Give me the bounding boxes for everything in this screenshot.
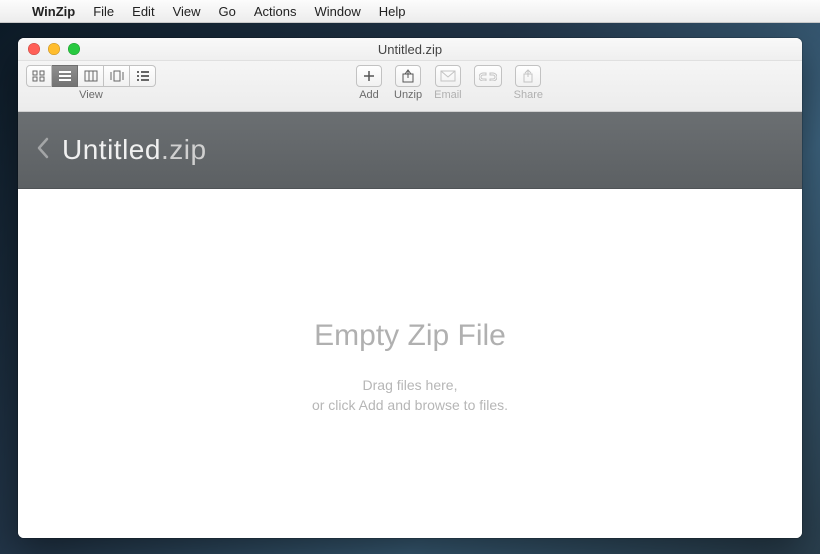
cloud-tool-group: . <box>474 65 502 101</box>
window-title: Untitled.zip <box>378 42 442 57</box>
winzip-window: Untitled.zip <box>18 38 802 538</box>
view-segmented-control <box>26 65 156 87</box>
menu-help[interactable]: Help <box>379 4 406 19</box>
close-button[interactable] <box>28 43 40 55</box>
grid-icon <box>32 70 46 82</box>
menu-view[interactable]: View <box>173 4 201 19</box>
app-name-menu[interactable]: WinZip <box>32 4 75 19</box>
menu-actions[interactable]: Actions <box>254 4 297 19</box>
view-icon-grid-button[interactable] <box>26 65 52 87</box>
content-area[interactable]: Empty Zip File Drag files here, or click… <box>18 189 802 538</box>
unzip-icon <box>400 69 416 83</box>
cloud-button[interactable] <box>474 65 502 87</box>
unzip-label: Unzip <box>394 89 422 101</box>
window-titlebar[interactable]: Untitled.zip <box>18 38 802 61</box>
add-tool-group: Add <box>356 65 382 101</box>
traffic-lights <box>28 43 80 55</box>
view-label: View <box>79 89 103 101</box>
share-label: Share <box>514 89 543 101</box>
share-icon <box>521 69 535 83</box>
coverflow-icon <box>110 70 124 82</box>
share-tool-group: Share <box>514 65 543 101</box>
list-icon <box>58 70 72 82</box>
empty-title: Empty Zip File <box>314 319 506 353</box>
email-tool-group: Email <box>434 65 462 101</box>
detail-list-icon <box>136 70 150 82</box>
back-chevron-icon[interactable] <box>36 136 50 165</box>
menu-file[interactable]: File <box>93 4 114 19</box>
archive-banner: Untitled.zip <box>18 112 802 189</box>
view-detail-list-button[interactable] <box>130 65 156 87</box>
archive-basename: Untitled <box>62 134 161 165</box>
macos-menubar: WinZip File Edit View Go Actions Window … <box>0 0 820 23</box>
zoom-button[interactable] <box>68 43 80 55</box>
toolbar: View Add Unzip <box>18 61 802 112</box>
envelope-icon <box>440 70 456 82</box>
view-tool-group: View <box>26 65 156 101</box>
empty-line2: or click Add and browse to files. <box>312 397 508 413</box>
plus-icon <box>362 69 376 83</box>
archive-extension: .zip <box>161 134 207 165</box>
share-button[interactable] <box>515 65 541 87</box>
email-label: Email <box>434 89 462 101</box>
add-button[interactable] <box>356 65 382 87</box>
empty-line1: Drag files here, <box>363 377 458 393</box>
link-icon <box>479 71 497 81</box>
menu-window[interactable]: Window <box>315 4 361 19</box>
view-list-button[interactable] <box>52 65 78 87</box>
unzip-button[interactable] <box>395 65 421 87</box>
add-label: Add <box>359 89 379 101</box>
columns-icon <box>84 70 98 82</box>
minimize-button[interactable] <box>48 43 60 55</box>
view-coverflow-button[interactable] <box>104 65 130 87</box>
email-button[interactable] <box>435 65 461 87</box>
menu-go[interactable]: Go <box>219 4 236 19</box>
menu-edit[interactable]: Edit <box>132 4 154 19</box>
unzip-tool-group: Unzip <box>394 65 422 101</box>
view-columns-button[interactable] <box>78 65 104 87</box>
archive-name: Untitled.zip <box>62 134 207 166</box>
